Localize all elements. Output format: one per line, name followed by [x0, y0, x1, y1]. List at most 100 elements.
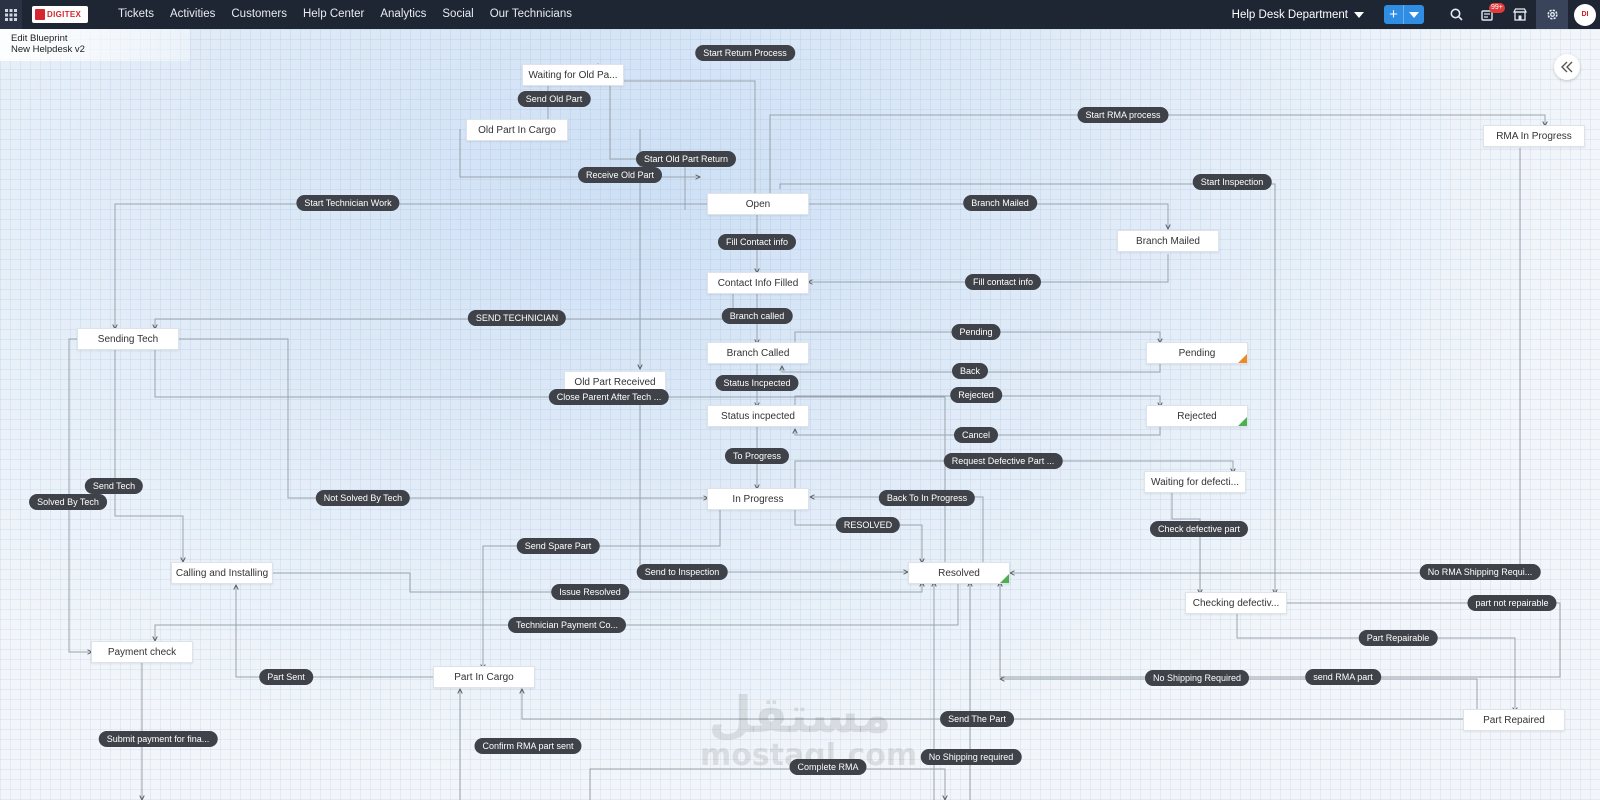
transition-send-the-part[interactable]: Send The Part [940, 711, 1014, 727]
add-dropdown-toggle[interactable] [1404, 11, 1424, 18]
transition-start-old-part-return[interactable]: Start Old Part Return [635, 151, 737, 167]
state-rejected-label: Rejected [1177, 410, 1217, 422]
state-payment-check[interactable]: Payment check [91, 641, 193, 663]
state-checking-defective[interactable]: Checking defectiv... [1185, 592, 1287, 614]
state-in-progress[interactable]: In Progress [707, 488, 809, 510]
transition-not-solved-by-tech[interactable]: Not Solved By Tech [315, 490, 411, 506]
transition-part-repairable[interactable]: Part Repairable [1358, 630, 1438, 646]
department-label: Help Desk Department [1231, 8, 1348, 21]
transition-back-to-in-progress[interactable]: Back To In Progress [878, 490, 976, 506]
transition-back[interactable]: Back [951, 363, 989, 379]
watermark-latin: mostaql.com [700, 738, 918, 773]
transition-rejected[interactable]: Rejected [950, 387, 1002, 403]
transition-send-spare-part[interactable]: Send Spare Part [516, 538, 600, 554]
transition-part-not-repairable[interactable]: part not repairable [1467, 595, 1557, 611]
transition-fill-contact-info[interactable]: Fill Contact info [717, 234, 797, 250]
state-part-in-cargo[interactable]: Part In Cargo [433, 666, 535, 688]
transition-resolved[interactable]: RESOLVED [835, 517, 901, 533]
state-branch-mailed[interactable]: Branch Mailed [1117, 230, 1219, 252]
store-button[interactable] [1504, 0, 1536, 29]
state-resolved[interactable]: Resolved [908, 562, 1010, 584]
nav-activities[interactable]: Activities [162, 0, 223, 29]
transition-no-shipping-required-2[interactable]: No Shipping required [920, 749, 1022, 765]
transition-send-rma-part[interactable]: send RMA part [1305, 669, 1381, 685]
transition-branch-mailed[interactable]: Branch Mailed [963, 195, 1037, 211]
state-waiting-for-old-part[interactable]: Waiting for Old Pa... [522, 64, 624, 86]
breadcrumb-blueprint-name: New Helpdesk v2 [11, 44, 85, 55]
nav-social[interactable]: Social [434, 0, 481, 29]
collapse-panel-button[interactable] [1554, 54, 1580, 80]
transition-no-shipping-required[interactable]: No Shipping Required [1144, 670, 1250, 686]
transition-start-technician-work[interactable]: Start Technician Work [296, 195, 400, 211]
topbar-tools: Help Desk Department + 99+ DI [1232, 0, 1600, 29]
state-rma-in-progress[interactable]: RMA In Progress [1483, 125, 1585, 147]
state-rejected[interactable]: Rejected [1146, 405, 1248, 427]
transition-issue-resolved[interactable]: Issue Resolved [551, 584, 629, 600]
transition-confirm-rma-part-sent[interactable]: Confirm RMA part sent [474, 738, 582, 754]
apps-grid-icon[interactable] [0, 0, 22, 29]
state-part-repaired[interactable]: Part Repaired [1463, 709, 1565, 731]
transition-part-sent[interactable]: Part Sent [259, 669, 313, 685]
transition-close-parent-after-tech[interactable]: Close Parent After Tech ... [548, 389, 670, 405]
state-old-part-in-cargo[interactable]: Old Part In Cargo [466, 119, 568, 141]
settings-icon [1546, 9, 1558, 20]
state-resolved-label: Resolved [938, 567, 980, 579]
transition-submit-payment[interactable]: Submit payment for fina... [98, 731, 218, 747]
transition-cancel[interactable]: Cancel [953, 427, 999, 443]
top-navigation-bar: DIGITEX Tickets Activities Customers Hel… [0, 0, 1600, 29]
transition-to-progress[interactable]: To Progress [724, 448, 790, 464]
state-pending[interactable]: Pending [1146, 342, 1248, 364]
rejected-status-indicator [1238, 417, 1247, 426]
pending-status-indicator [1238, 354, 1247, 363]
transition-send-technician[interactable]: SEND TECHNICIAN [467, 310, 567, 326]
transition-start-return-process[interactable]: Start Return Process [695, 45, 795, 61]
nav-our-technicians[interactable]: Our Technicians [482, 0, 580, 29]
resolved-status-indicator [1000, 574, 1009, 583]
nav-customers[interactable]: Customers [223, 0, 295, 29]
transition-no-rma-shipping-required[interactable]: No RMA Shipping Requi... [1419, 564, 1541, 580]
nav-tickets[interactable]: Tickets [110, 0, 162, 29]
transition-receive-old-part[interactable]: Receive Old Part [577, 167, 663, 183]
transition-fill-contact-info-branch[interactable]: Fill contact info [964, 274, 1042, 290]
transition-send-tech[interactable]: Send Tech [84, 478, 144, 494]
transition-technician-payment[interactable]: Technician Payment Co... [507, 617, 627, 633]
state-contact-info-filled[interactable]: Contact Info Filled [707, 272, 809, 294]
search-icon [1450, 8, 1463, 21]
chevron-down-icon [1354, 11, 1364, 18]
notifications-button[interactable]: 99+ [1472, 0, 1505, 29]
main-nav: Tickets Activities Customers Help Center… [110, 0, 580, 29]
state-sending-tech[interactable]: Sending Tech [77, 328, 179, 350]
transition-status-incpected[interactable]: Status Incpected [715, 375, 799, 391]
avatar[interactable]: DI [1574, 3, 1596, 26]
state-branch-called[interactable]: Branch Called [707, 342, 809, 364]
breadcrumb-edit-blueprint[interactable]: Edit Blueprint [11, 33, 179, 44]
logo-text: DIGITEX [47, 10, 82, 19]
logo-mark [35, 9, 45, 20]
transition-pending[interactable]: Pending [951, 324, 1001, 340]
collapse-panel-icon [1561, 61, 1573, 73]
transition-start-inspection[interactable]: Start Inspection [1192, 174, 1272, 190]
state-waiting-for-defective[interactable]: Waiting for defecti... [1144, 471, 1246, 493]
chevron-down-icon [1409, 11, 1419, 18]
transition-solved-by-tech[interactable]: Solved By Tech [29, 494, 107, 510]
state-calling-and-installing[interactable]: Calling and Installing [171, 562, 273, 584]
transition-branch-called[interactable]: Branch called [721, 308, 793, 324]
search-button[interactable] [1440, 0, 1472, 29]
blueprint-canvas[interactable]: Edit Blueprint New Helpdesk v2 Waiting f… [0, 29, 1600, 800]
add-new-button[interactable]: + [1384, 5, 1424, 24]
department-selector[interactable]: Help Desk Department [1232, 9, 1364, 21]
company-logo[interactable]: DIGITEX [32, 6, 88, 23]
state-status-incpected[interactable]: Status incpected [707, 405, 809, 427]
state-open[interactable]: Open [707, 193, 809, 215]
watermark-arabic: مستقل [708, 686, 892, 744]
transition-start-rma-process[interactable]: Start RMA process [1077, 107, 1169, 123]
transition-check-defective-part[interactable]: Check defective part [1149, 521, 1249, 537]
store-icon [1513, 8, 1527, 21]
settings-button[interactable] [1536, 0, 1568, 29]
transition-send-to-inspection[interactable]: Send to Inspection [636, 564, 728, 580]
nav-analytics[interactable]: Analytics [372, 0, 434, 29]
transition-request-defective-part[interactable]: Request Defective Part ... [943, 453, 1063, 469]
nav-help-center[interactable]: Help Center [295, 0, 372, 29]
transition-send-old-part[interactable]: Send Old Part [517, 91, 591, 107]
breadcrumb: Edit Blueprint New Helpdesk v2 [0, 29, 190, 61]
